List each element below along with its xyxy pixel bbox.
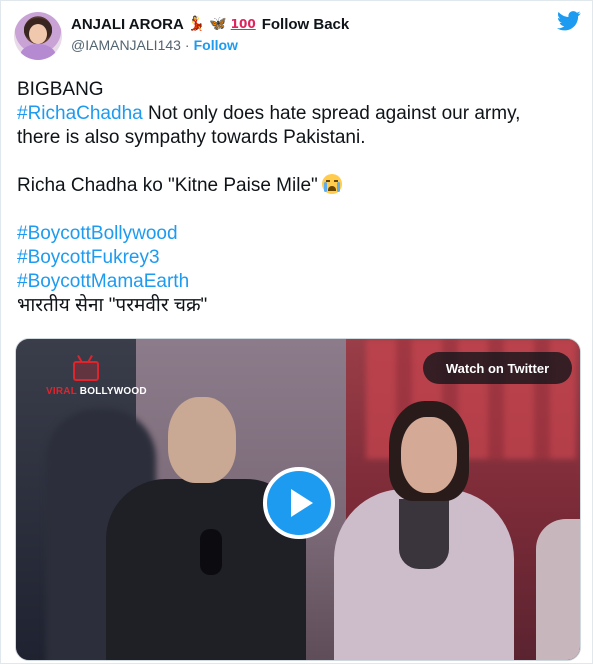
video-watermark: VIRAL BOLLYWOOD [46,386,147,397]
separator-dot: · [184,37,190,53]
watch-on-twitter-button[interactable]: Watch on Twitter [423,352,572,384]
video-person-right [536,519,580,660]
follow-button[interactable]: Follow [194,37,238,53]
dancer-emoji: 💃 [187,16,206,32]
hashtag-boycottfukrey3[interactable]: #BoycottFukrey3 [17,246,577,270]
avatar-face [29,24,47,44]
video-woman-top [399,499,449,569]
tweet-card: ANJALI ARORA 💃 🦋 100 Follow Back @IAMANJ… [0,0,593,664]
hashtag-richachadha[interactable]: #RichaChadha [17,103,143,124]
watermark-viral: VIRAL [46,386,77,397]
video-player[interactable]: VIRAL BOLLYWOOD Watch on Twitter [15,338,581,661]
loudly-crying-face-emoji [321,174,342,194]
tweet-line-2: #RichaChadha Not only does hate spread a… [17,102,577,126]
author-handle[interactable]: @IAMANJALI143 [71,37,181,53]
video-man-head [168,397,236,483]
tweet-line-3: there is also sympathy towards Pakistani… [17,127,366,148]
hashtag-boycottmamaearth[interactable]: #BoycottMamaEarth [17,270,577,294]
tweet-line-1: BIGBANG [17,79,104,100]
author-handle-row: @IAMANJALI143 · Follow [71,36,238,54]
avatar[interactable] [14,12,62,60]
video-woman-face [401,417,457,493]
hundred-points-emoji: 100 [230,17,256,31]
tweet-text: BIGBANG #RichaChadha Not only does hate … [17,78,577,318]
tweet-line-hindi: भारतीय सेना "परमवीर चक्र" [17,295,208,316]
tear-left [323,182,327,192]
twitter-bird-icon[interactable] [557,11,581,31]
butterfly-emoji: 🦋 [209,16,227,32]
watermark-bollywood: BOLLYWOOD [76,386,147,397]
tv-logo-icon [73,361,99,381]
tweet-line-2-text: Not only does hate spread against our ar… [142,103,521,124]
author-display-name[interactable]: ANJALI ARORA [71,16,184,33]
play-button[interactable] [263,467,335,539]
video-sunglasses [200,529,222,575]
play-icon [291,489,313,517]
hashtag-boycottbollywood[interactable]: #BoycottBollywood [17,222,577,246]
tweet-line-4: Richa Chadha ko "Kitne Paise Mile" [17,174,577,198]
avatar-body [20,44,56,60]
tear-right [336,182,340,192]
tweet-line-4-text: Richa Chadha ko "Kitne Paise Mile" [17,175,318,196]
author-name-row: ANJALI ARORA 💃 🦋 100 Follow Back [71,14,349,34]
follow-back-text: Follow Back [261,15,350,33]
